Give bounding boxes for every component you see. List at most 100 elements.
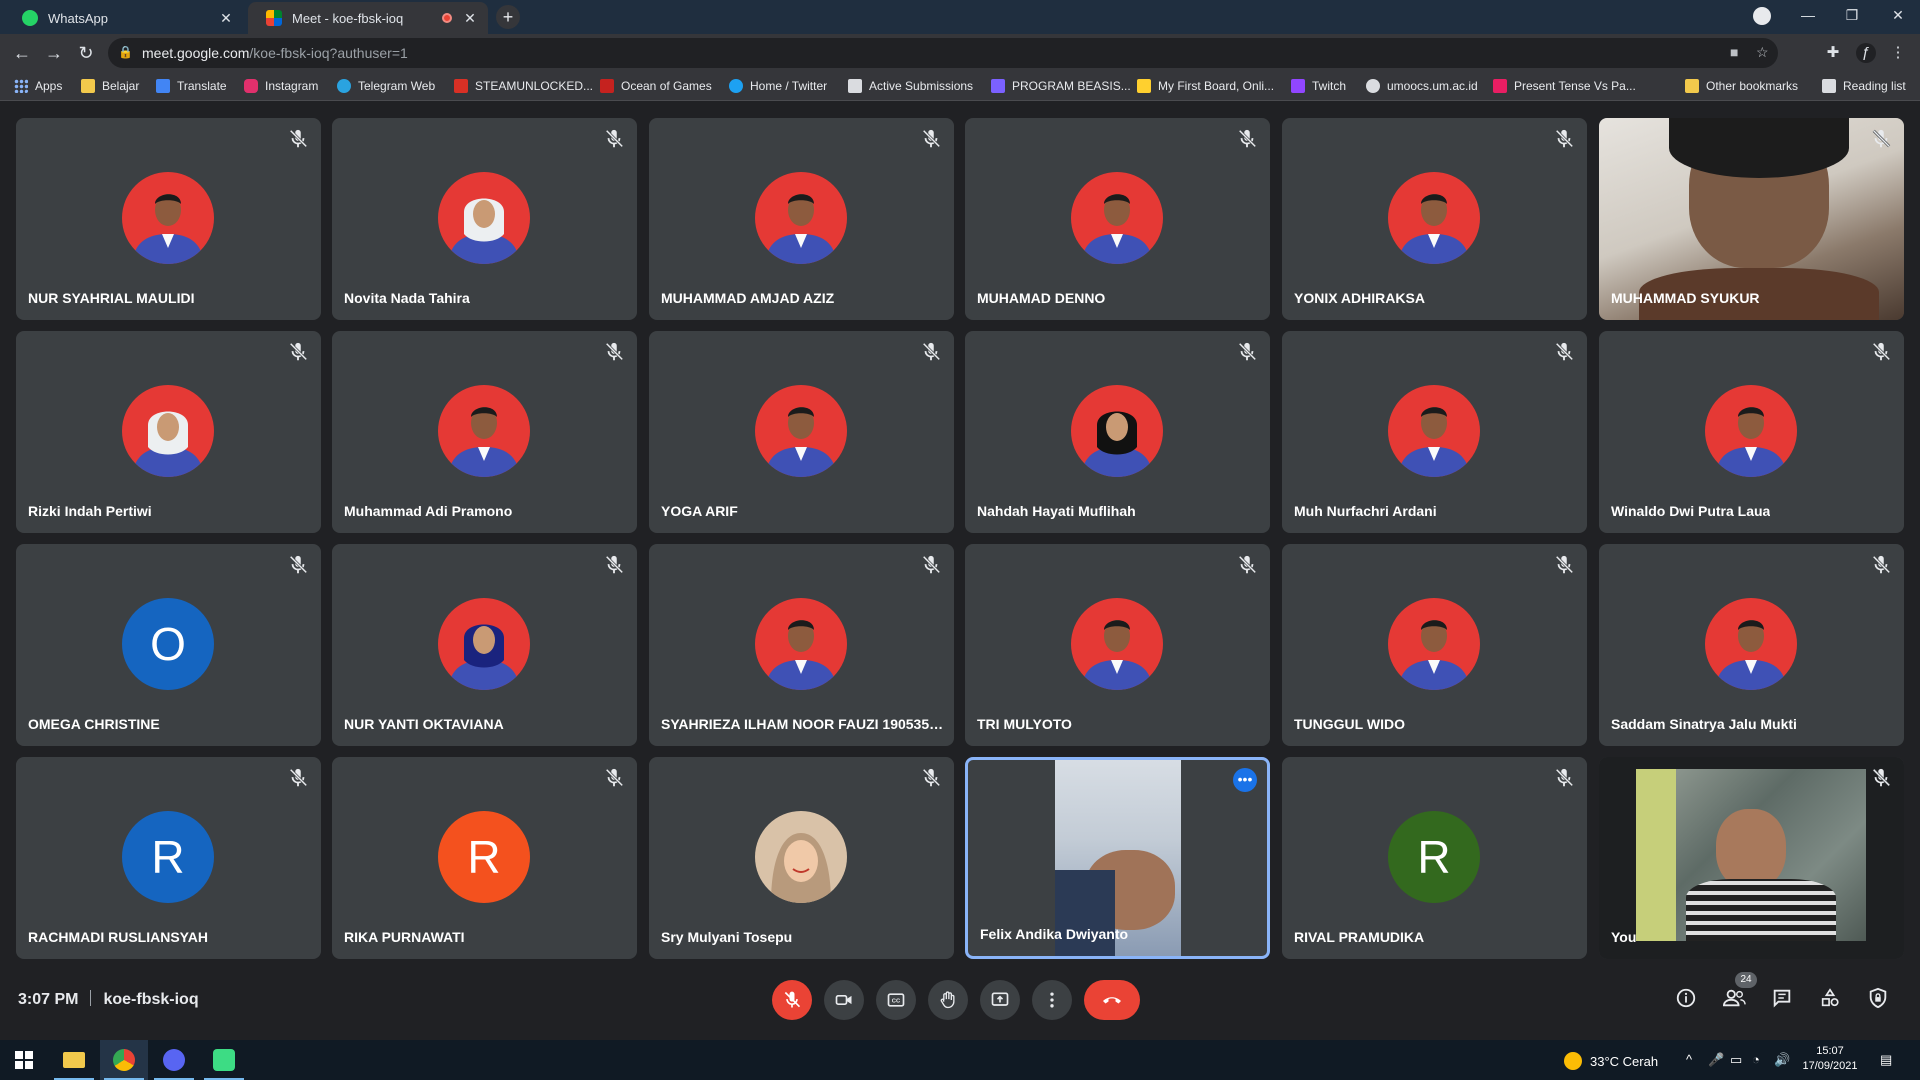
new-tab-button[interactable]: + <box>496 5 520 29</box>
participant-tile[interactable]: R RIVAL PRAMUDIKA <box>1282 757 1587 959</box>
windows-start-button[interactable] <box>0 1040 48 1080</box>
people-button[interactable] <box>1720 984 1748 1012</box>
address-bar[interactable]: 🔒 meet.google.com/koe-fbsk-ioq?authuser=… <box>108 38 1778 68</box>
activities-button[interactable] <box>1816 984 1844 1012</box>
participant-tile[interactable]: NUR SYAHRIAL MAULIDI <box>16 118 321 320</box>
participant-tile[interactable]: Sry Mulyani Tosepu <box>649 757 954 959</box>
participant-tile[interactable]: MUHAMMAD AMJAD AZIZ <box>649 118 954 320</box>
participant-tile[interactable]: O OMEGA CHRISTINE <box>16 544 321 746</box>
participant-tile[interactable]: Saddam Sinatrya Jalu Mukti <box>1599 544 1904 746</box>
microphone-muted-icon <box>603 767 625 789</box>
bookmark-twitch[interactable]: Twitch <box>1291 78 1346 94</box>
microphone-muted-icon <box>603 341 625 363</box>
bookmark-belajar[interactable]: Belajar <box>81 78 139 94</box>
participant-tile[interactable]: Rizki Indah Pertiwi <box>16 331 321 533</box>
wifi-icon[interactable]: ◔ <box>1752 1052 1760 1067</box>
bookmark-twitter[interactable]: Home / Twitter <box>729 78 827 94</box>
bookmark-ocean-of-games[interactable]: Ocean of Games <box>600 78 712 94</box>
volume-icon[interactable]: 🔊 <box>1774 1052 1790 1068</box>
minimize-window-icon[interactable]: — <box>1786 0 1830 30</box>
participant-name: Muh Nurfachri Ardani <box>1294 503 1437 519</box>
profile-avatar-icon[interactable]: ƒ <box>1856 43 1876 63</box>
tab-whatsapp[interactable]: WhatsApp ✕ <box>4 2 244 34</box>
participant-tile[interactable]: MUHAMAD DENNO <box>965 118 1270 320</box>
microphone-muted-icon <box>603 554 625 576</box>
present-screen-button[interactable] <box>980 980 1020 1020</box>
restore-window-icon[interactable]: ❐ <box>1830 0 1874 30</box>
bookmark-telegram[interactable]: Telegram Web <box>337 78 435 94</box>
bookmark-translate[interactable]: Translate <box>156 78 227 94</box>
participant-name: NUR YANTI OKTAVIANA <box>344 716 504 732</box>
url-path: /koe-fbsk-ioq?authuser=1 <box>249 45 408 61</box>
reload-icon[interactable]: ↻ <box>74 41 98 65</box>
bookmark-active-submissions[interactable]: Active Submissions <box>848 78 973 94</box>
camera-in-use-icon[interactable]: ■ <box>1730 44 1738 60</box>
raise-hand-button[interactable] <box>928 980 968 1020</box>
weather-widget[interactable]: 33°C Cerah <box>1564 1052 1658 1070</box>
participant-tile[interactable]: R RIKA PURNAWATI <box>332 757 637 959</box>
bookmark-other-bookmarks[interactable]: Other bookmarks <box>1685 78 1798 94</box>
participant-tile[interactable]: Winaldo Dwi Putra Laua <box>1599 331 1904 533</box>
close-tab-icon[interactable]: ✕ <box>460 10 480 27</box>
profile-menu-icon[interactable] <box>1740 0 1784 30</box>
participant-avatar-photo <box>1388 598 1480 690</box>
participant-tile[interactable]: ••• Felix Andika Dwiyanto <box>965 757 1270 959</box>
more-options-button[interactable] <box>1032 980 1072 1020</box>
participant-tile[interactable]: MUHAMMAD SYUKUR <box>1599 118 1904 320</box>
participant-tile[interactable]: NUR YANTI OKTAVIANA <box>332 544 637 746</box>
participant-tile[interactable]: YOGA ARIF <box>649 331 954 533</box>
forward-arrow-icon[interactable]: → <box>42 41 66 65</box>
tray-chevron-up-icon[interactable]: ^ <box>1686 1052 1692 1067</box>
extensions-puzzle-icon[interactable]: ✚ <box>1823 43 1843 63</box>
taskbar-chrome[interactable] <box>100 1040 148 1080</box>
more-menu-icon[interactable]: ⋮ <box>1888 43 1908 63</box>
bookmark-label: Twitch <box>1312 79 1347 93</box>
participant-tile[interactable]: Muh Nurfachri Ardani <box>1282 331 1587 533</box>
taskbar-file-explorer[interactable] <box>50 1040 98 1080</box>
more-options-icon[interactable]: ••• <box>1233 768 1257 792</box>
battery-icon[interactable]: ▭ <box>1730 1052 1742 1068</box>
meeting-details-button[interactable] <box>1672 984 1700 1012</box>
host-controls-button[interactable] <box>1864 984 1892 1012</box>
program-icon <box>991 79 1005 93</box>
bookmark-present-tense[interactable]: Present Tense Vs Pa... <box>1493 78 1636 94</box>
participant-tile[interactable]: TUNGGUL WIDO <box>1282 544 1587 746</box>
bookmark-reading-list[interactable]: Reading list <box>1822 78 1906 94</box>
participant-tile[interactable]: R RACHMADI RUSLIANSYAH <box>16 757 321 959</box>
notifications-icon[interactable]: ▤ <box>1880 1052 1892 1068</box>
microphone-off-button[interactable] <box>772 980 812 1020</box>
microphone-muted-icon <box>1236 554 1258 576</box>
taskbar-android-app[interactable] <box>200 1040 248 1080</box>
tab-meet[interactable]: Meet - koe-fbsk-ioq ✕ <box>248 2 488 34</box>
bookmark-program-beasiswa[interactable]: PROGRAM BEASIS... <box>991 78 1131 94</box>
taskbar-clock[interactable]: 15:07 17/09/2021 <box>1790 1044 1870 1074</box>
chat-button[interactable] <box>1768 984 1796 1012</box>
bookmark-steamunlocked[interactable]: STEAMUNLOCKED... <box>454 78 593 94</box>
captions-button[interactable]: CC <box>876 980 916 1020</box>
participant-tile[interactable]: TRI MULYOTO <box>965 544 1270 746</box>
bookmark-star-icon[interactable]: ☆ <box>1756 44 1769 61</box>
ocean-of-games-icon <box>600 79 614 93</box>
close-window-icon[interactable]: ✕ <box>1876 0 1920 30</box>
bookmark-apps[interactable]: Apps <box>14 78 62 94</box>
participant-name: Winaldo Dwi Putra Laua <box>1611 503 1771 519</box>
participant-tile[interactable]: Nahdah Hayati Muflihah <box>965 331 1270 533</box>
bookmark-umoocs[interactable]: umoocs.um.ac.id <box>1366 78 1478 94</box>
url-text: meet.google.com/koe-fbsk-ioq?authuser=1 <box>142 45 408 61</box>
bookmark-label: Present Tense Vs Pa... <box>1514 79 1636 93</box>
participant-name: NUR SYAHRIAL MAULIDI <box>28 290 195 306</box>
participant-tile[interactable]: YONIX ADHIRAKSA <box>1282 118 1587 320</box>
leave-call-button[interactable] <box>1084 980 1140 1020</box>
bookmark-instagram[interactable]: Instagram <box>244 78 318 94</box>
close-tab-icon[interactable]: ✕ <box>216 10 236 27</box>
participant-tile[interactable]: Muhammad Adi Pramono <box>332 331 637 533</box>
bookmark-miro[interactable]: My First Board, Onli... <box>1137 78 1274 94</box>
microphone-tray-icon[interactable]: 🎤 <box>1708 1052 1724 1068</box>
participant-tile[interactable]: SYAHRIEZA ILHAM NOOR FAUZI 1905351... <box>649 544 954 746</box>
participant-tile[interactable]: Novita Nada Tahira <box>332 118 637 320</box>
participant-grid: NUR SYAHRIAL MAULIDI Novita Nada Tahira MU… <box>16 118 1904 960</box>
participant-tile[interactable]: You <box>1599 757 1904 959</box>
camera-button[interactable] <box>824 980 864 1020</box>
taskbar-discord[interactable] <box>150 1040 198 1080</box>
back-arrow-icon[interactable]: ← <box>10 41 34 65</box>
